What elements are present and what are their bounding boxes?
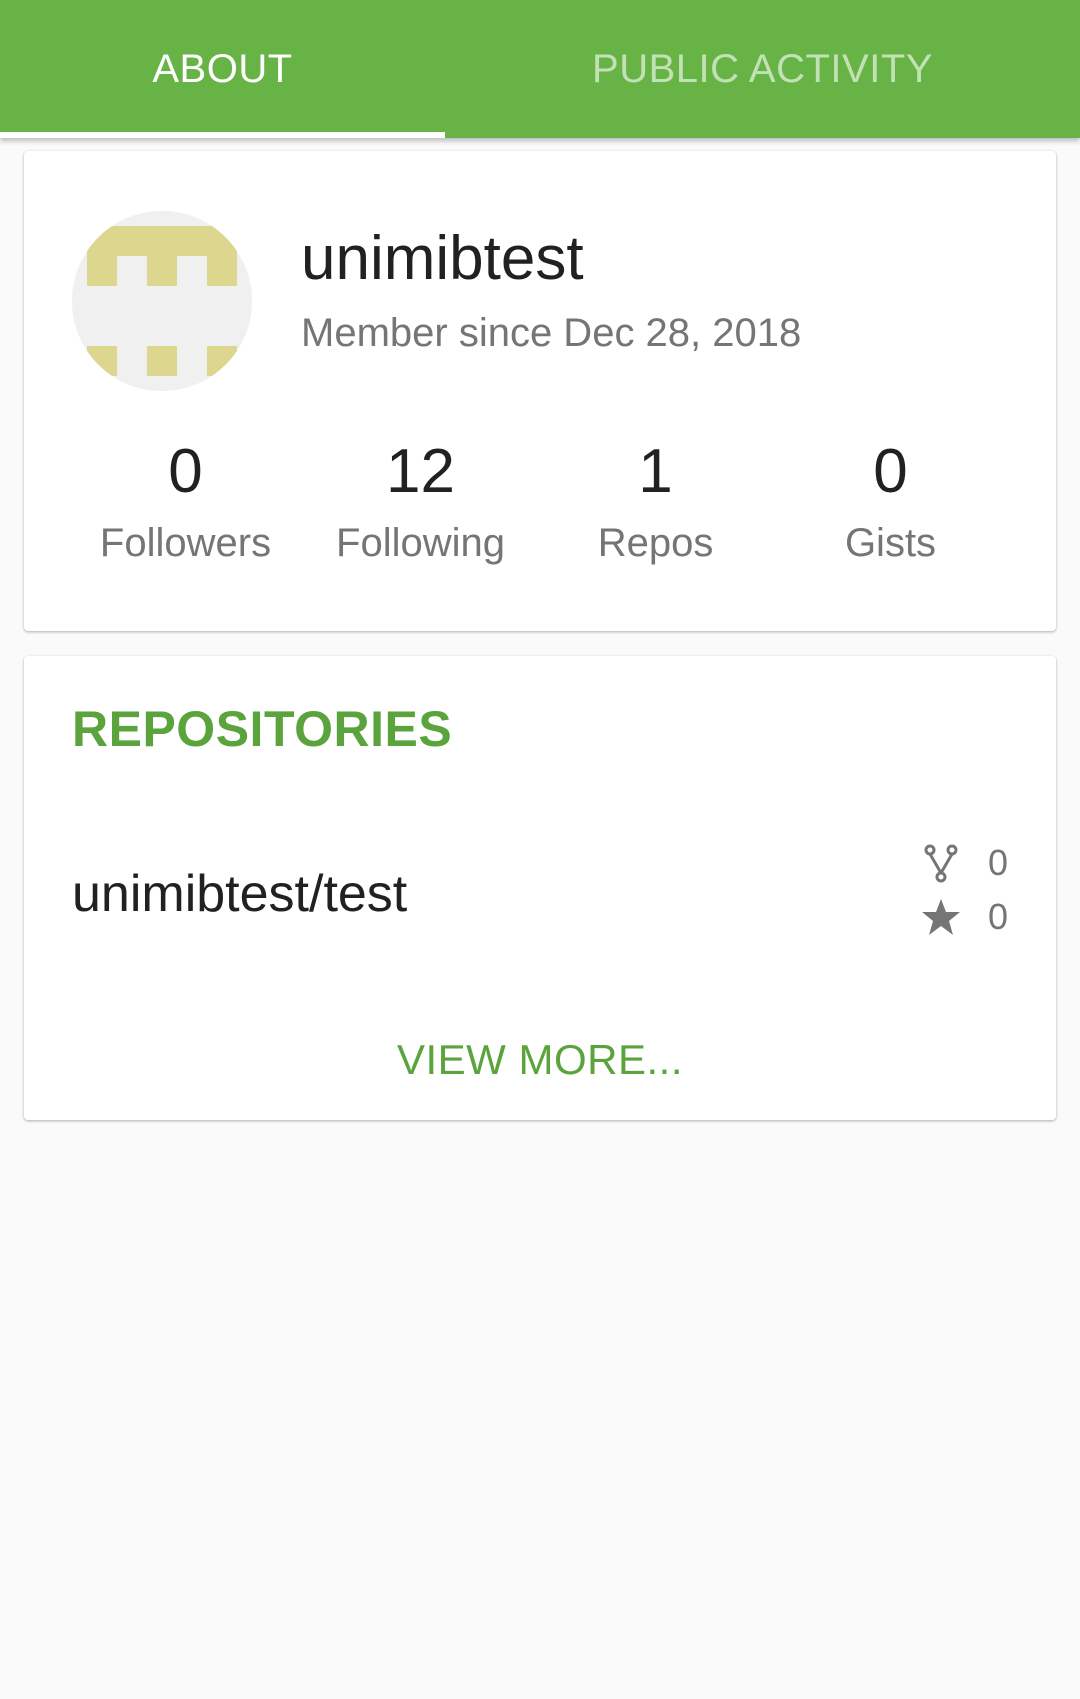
tab-public-activity[interactable]: PUBLIC ACTIVITY bbox=[445, 0, 1080, 138]
stat-following[interactable]: 12 Following bbox=[303, 434, 538, 584]
fork-count: 0 bbox=[987, 842, 1008, 883]
stat-label: Followers bbox=[99, 521, 272, 565]
stat-followers[interactable]: 0 Followers bbox=[68, 434, 303, 584]
tab-about[interactable]: ABOUT bbox=[0, 0, 445, 138]
repositories-card: REPOSITORIES unimibtest/test 0 0 VIEW MO… bbox=[24, 656, 1056, 1120]
view-more-button[interactable]: VIEW MORE... bbox=[24, 1036, 1056, 1084]
tab-bar: ABOUT PUBLIC ACTIVITY bbox=[0, 0, 1080, 138]
fork-icon bbox=[920, 842, 962, 884]
fork-count-line: 0 bbox=[918, 836, 1008, 890]
profile-stats: 0 Followers 12 Following 1 Repos 0 Gists bbox=[68, 434, 1008, 584]
username: unimibtest bbox=[301, 224, 584, 293]
star-count: 0 bbox=[987, 896, 1008, 937]
identicon-image bbox=[72, 211, 252, 391]
stat-label: Gists bbox=[844, 521, 937, 565]
stat-label: Repos bbox=[597, 521, 714, 565]
stat-label: Following bbox=[336, 521, 505, 565]
stat-repos[interactable]: 1 Repos bbox=[538, 434, 773, 584]
stat-count: 0 bbox=[168, 437, 203, 506]
profile-card: unimibtest Member since Dec 28, 2018 0 F… bbox=[24, 151, 1056, 631]
repo-meta: 0 0 bbox=[918, 836, 1008, 944]
stat-count: 12 bbox=[386, 437, 455, 506]
tab-selected-indicator bbox=[0, 132, 445, 138]
avatar[interactable] bbox=[72, 211, 252, 391]
star-count-line: 0 bbox=[918, 890, 1008, 944]
stat-count: 0 bbox=[873, 437, 908, 506]
stat-gists[interactable]: 0 Gists bbox=[773, 434, 1008, 584]
repo-list-item[interactable]: unimibtest/test 0 0 bbox=[24, 836, 1056, 956]
repositories-title: REPOSITORIES bbox=[72, 701, 453, 757]
star-icon bbox=[920, 896, 962, 938]
stat-count: 1 bbox=[638, 437, 673, 506]
member-since: Member since Dec 28, 2018 bbox=[301, 311, 802, 355]
repo-name: unimibtest/test bbox=[72, 865, 408, 923]
